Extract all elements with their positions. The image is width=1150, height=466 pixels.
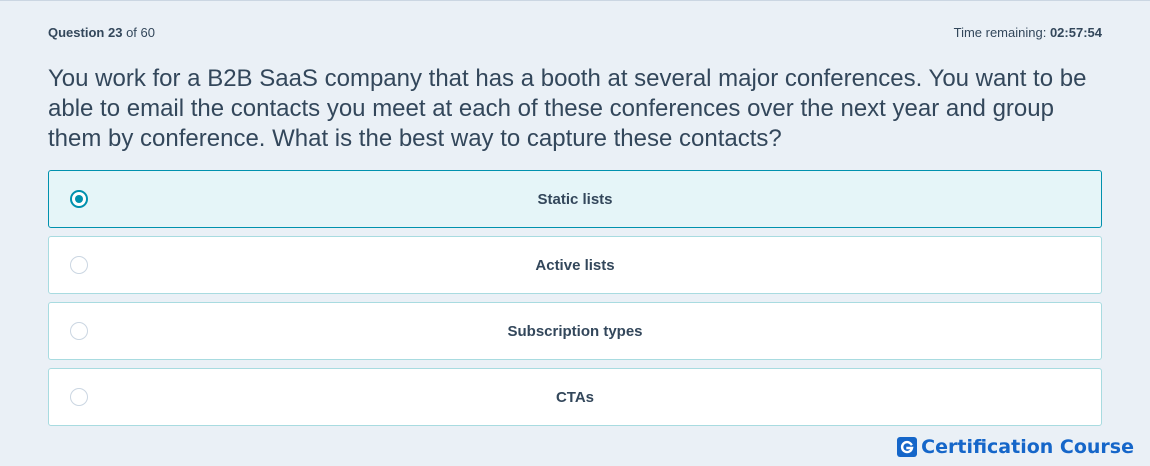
question-total: of 60: [126, 24, 155, 40]
answer-option-active-lists[interactable]: Active lists: [48, 236, 1102, 294]
radio-unselected-icon[interactable]: [70, 388, 88, 406]
quiz-header: Question 23 of 60 Time remaining: 02:57:…: [48, 23, 1102, 41]
answer-options: Static lists Active lists Subscription t…: [48, 170, 1102, 434]
answer-option-label: Active lists: [535, 256, 615, 274]
answer-option-static-lists[interactable]: Static lists: [48, 170, 1102, 228]
g-logo-icon: [897, 437, 918, 457]
radio-unselected-icon[interactable]: [70, 256, 88, 274]
answer-option-label: Static lists: [537, 190, 613, 208]
time-label: Time remaining:: [953, 24, 1047, 40]
question-label: Question: [48, 24, 105, 40]
question-counter: Question 23 of 60: [48, 25, 155, 40]
answer-option-label: CTAs: [555, 388, 595, 406]
answer-option-subscription-types[interactable]: Subscription types: [48, 302, 1102, 360]
brand-name: Certification Course: [921, 436, 1134, 458]
answer-option-label: Subscription types: [507, 322, 643, 340]
time-value: 02:57:54: [1049, 24, 1102, 40]
time-remaining: Time remaining: 02:57:54: [954, 25, 1102, 40]
radio-unselected-icon[interactable]: [70, 322, 88, 340]
question-number: 23: [107, 24, 123, 40]
brand-logo: Certification Course: [897, 436, 1134, 458]
answer-option-ctas[interactable]: CTAs: [48, 368, 1102, 426]
radio-selected-icon[interactable]: [70, 190, 88, 208]
question-text: You work for a B2B SaaS company that has…: [48, 65, 1087, 152]
top-divider: [0, 0, 1150, 1]
